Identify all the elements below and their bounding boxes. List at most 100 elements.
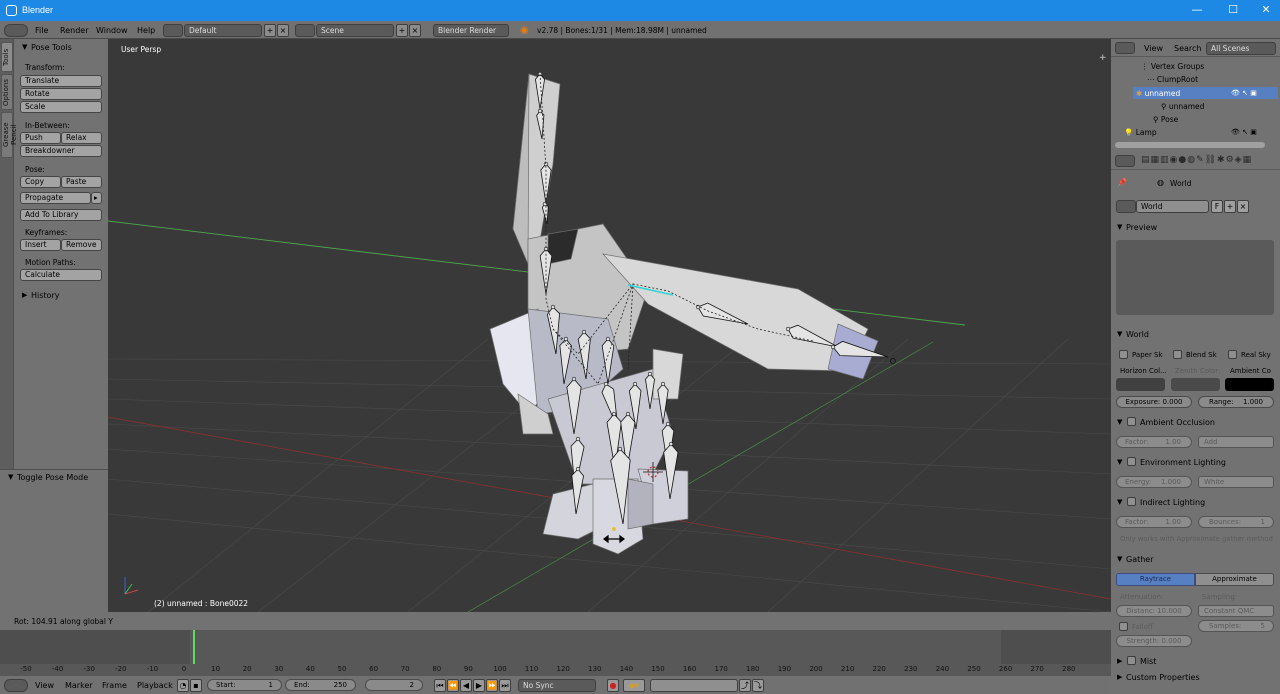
record-icon[interactable]: ● — [607, 679, 619, 692]
bone-head-joint[interactable] — [603, 381, 609, 387]
gather-collapse-icon[interactable]: ▼ — [1117, 555, 1122, 563]
jump-start-icon[interactable]: ⏮ — [434, 679, 446, 692]
calculate-paths-button[interactable]: Calculate — [20, 269, 102, 281]
add-scene-button[interactable]: + — [396, 24, 408, 37]
timeline-menu-frame[interactable]: Frame — [102, 681, 127, 690]
unlink-world-button[interactable]: × — [1237, 200, 1249, 213]
indirect-collapse-icon[interactable]: ▼ — [1117, 498, 1122, 506]
mist-enable-checkbox[interactable] — [1127, 656, 1136, 665]
copy-pose-button[interactable]: Copy — [20, 176, 61, 188]
range-field[interactable]: Range: 1.000 — [1198, 396, 1274, 408]
bone-head-joint[interactable] — [660, 381, 666, 387]
bone-head-joint[interactable] — [668, 441, 674, 447]
minimize-button[interactable]: — — [1189, 3, 1205, 17]
maximize-button[interactable]: ☐ — [1225, 3, 1241, 17]
ambient-color-swatch[interactable] — [1225, 378, 1274, 391]
context-tabs-icons[interactable]: ▤▦▥◉●◍✎⛓✱⚙◈▦ — [1141, 155, 1252, 165]
real-sky-checkbox[interactable] — [1228, 350, 1237, 359]
remove-scene-button[interactable]: × — [409, 24, 421, 37]
strength-field[interactable]: Strength: 0.000 — [1116, 635, 1192, 647]
play-icon[interactable]: ▶ — [473, 679, 485, 692]
menu-render[interactable]: Render — [60, 26, 88, 35]
outliner-menu-view[interactable]: View — [1144, 44, 1163, 53]
world-collapse-icon[interactable]: ▼ — [1117, 330, 1122, 338]
preview-panel-title[interactable]: Preview — [1126, 223, 1157, 232]
samples-field[interactable]: Samples: 5 — [1198, 620, 1274, 632]
end-frame-field[interactable]: End: 250 — [285, 679, 356, 691]
propagate-menu-arrow-icon[interactable]: ▸ — [91, 192, 102, 204]
layout-field[interactable]: Default — [184, 24, 262, 37]
outliner-type-icon[interactable] — [1115, 42, 1135, 54]
bone-head-joint[interactable] — [632, 381, 638, 387]
lamp-visibility-icons[interactable]: 👁 ↖ ▣ — [1231, 128, 1257, 136]
rotate-button[interactable]: Rotate — [20, 88, 102, 100]
add-layout-button[interactable]: + — [264, 24, 276, 37]
bounces-field[interactable]: Bounces: 1 — [1198, 516, 1274, 528]
tab-options[interactable]: Options — [1, 74, 13, 110]
world-panel-title[interactable]: World — [1126, 330, 1149, 339]
new-world-button[interactable]: + — [1224, 200, 1236, 213]
start-frame-field[interactable]: Start: 1 — [207, 679, 282, 691]
world-name-field[interactable]: World — [1136, 200, 1209, 213]
bone-head-joint[interactable] — [605, 336, 611, 342]
env-panel-title[interactable]: Environment Lighting — [1140, 458, 1226, 467]
paper-sky-checkbox[interactable] — [1119, 350, 1128, 359]
properties-editor[interactable]: ▤▦▥◉●◍✎⛓✱⚙◈▦ 📌 ◍ World World F + × ▼ Pre… — [1111, 152, 1280, 694]
indirect-enable-checkbox[interactable] — [1127, 497, 1136, 506]
properties-type-icon[interactable] — [1115, 155, 1135, 167]
jump-key-back-icon[interactable]: ⏪ — [447, 679, 459, 692]
exposure-field[interactable]: Exposure: 0.000 — [1116, 396, 1192, 408]
timeline-menu-view[interactable]: View — [35, 681, 54, 690]
ao-factor-field[interactable]: Factor: 1.00 — [1116, 436, 1192, 448]
keying-icon[interactable]: ◆▾ — [623, 679, 645, 692]
outliner-item-armature-data[interactable]: ⚲ unnamed — [1161, 102, 1204, 111]
mist-panel-title[interactable]: Mist — [1140, 657, 1156, 666]
bone-head-joint[interactable] — [575, 436, 581, 442]
env-energy-field[interactable]: Energy: 1.000 — [1116, 476, 1192, 488]
raytrace-toggle[interactable]: Raytrace — [1116, 573, 1195, 586]
current-frame-field[interactable]: 2 — [365, 679, 423, 691]
bone-head-joint[interactable] — [575, 466, 581, 472]
custom-props-title[interactable]: Custom Properties — [1126, 673, 1200, 682]
bone-head-joint[interactable] — [830, 344, 836, 350]
gather-panel-title[interactable]: Gather — [1126, 555, 1154, 564]
screen-layout-icon[interactable] — [163, 24, 183, 37]
menu-window[interactable]: Window — [96, 26, 128, 35]
outliner-item-vertex-groups[interactable]: ⋮ Vertex Groups — [1141, 62, 1204, 71]
zenith-color-swatch[interactable] — [1171, 378, 1220, 391]
bone-head-joint[interactable] — [785, 326, 791, 332]
bone-head-joint[interactable] — [611, 411, 617, 417]
tab-tools[interactable]: Tools — [1, 42, 13, 72]
history-expand-icon[interactable]: ▶ — [22, 291, 27, 299]
timeline-menu-playback[interactable]: Playback — [137, 681, 173, 690]
editor-type-icon[interactable] — [4, 24, 28, 37]
outliner-item-clumproot[interactable]: ⋯ ClumpRoot — [1147, 75, 1198, 84]
outliner-scrollbar[interactable] — [1115, 142, 1265, 148]
keying-set-add-icon[interactable]: ⤴ — [739, 679, 751, 692]
bone-head-joint[interactable] — [617, 446, 623, 452]
outliner-item-armature[interactable]: ✱ unnamed — [1136, 89, 1180, 98]
approximate-toggle[interactable]: Approximate — [1195, 573, 1274, 586]
outliner-menu-search[interactable]: Search — [1174, 44, 1201, 53]
outliner-item-pose[interactable]: ⚲ Pose — [1153, 115, 1178, 124]
mist-expand-icon[interactable]: ▶ — [1117, 657, 1122, 665]
pose-tools-title[interactable]: Pose Tools — [31, 43, 72, 52]
env-collapse-icon[interactable]: ▼ — [1117, 458, 1122, 466]
bone-head-joint[interactable] — [625, 411, 631, 417]
timeline-editor[interactable]: -50 -40 -30 -20 -10 0 10 20 30 40 50 60 70 80 90 100 110… — [0, 630, 1111, 676]
blend-sky-checkbox[interactable] — [1173, 350, 1182, 359]
timeline-editor-type-icon[interactable] — [4, 679, 28, 692]
close-button[interactable]: ✕ — [1258, 3, 1274, 17]
history-panel-title[interactable]: History — [31, 291, 59, 300]
env-color-select[interactable]: White — [1198, 476, 1274, 488]
ao-enable-checkbox[interactable] — [1127, 417, 1136, 426]
horizon-color-swatch[interactable] — [1116, 378, 1165, 391]
paste-pose-button[interactable]: Paste — [61, 176, 102, 188]
bone-head-joint[interactable] — [550, 304, 556, 310]
preview-range-icon[interactable]: ◔ — [177, 679, 189, 692]
menu-help[interactable]: Help — [137, 26, 155, 35]
remove-keyframe-button[interactable]: Remove — [61, 239, 102, 251]
ao-collapse-icon[interactable]: ▼ — [1117, 418, 1122, 426]
panel-collapse-icon[interactable]: ▼ — [22, 43, 27, 51]
bone-head-joint[interactable] — [647, 371, 653, 377]
